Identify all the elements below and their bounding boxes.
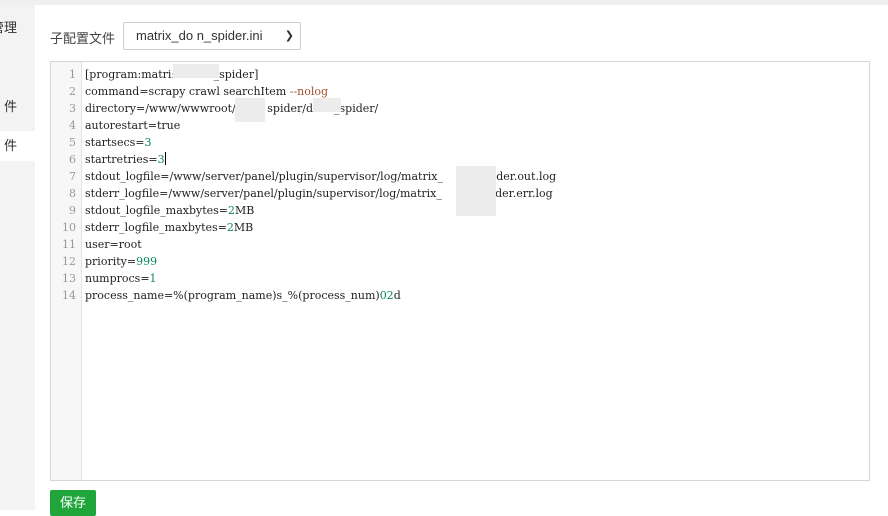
save-button[interactable]: 保存 bbox=[50, 490, 96, 516]
line-number: 14 bbox=[62, 289, 76, 302]
code-text: [program:matri: _spider] bbox=[85, 68, 259, 81]
sidebar: 管理 件 件 bbox=[0, 5, 35, 510]
code-text: stdout_logfile_maxbytes=2MB bbox=[85, 204, 255, 217]
code-text: stderr_logfile_maxbytes=2MB bbox=[85, 221, 254, 234]
line-number: 7 bbox=[69, 170, 76, 183]
subconfig-file-value: matrix_do n_spider.ini bbox=[136, 28, 263, 43]
code-editor[interactable]: 1 [program:matri: _spider] 2 command=scrapy… bbox=[50, 61, 870, 481]
line-number: 6 bbox=[69, 153, 76, 166]
line-number: 4 bbox=[69, 119, 76, 132]
code-text: startsecs=3 bbox=[85, 136, 152, 149]
line-number: 5 bbox=[69, 136, 76, 149]
code-text: autorestart=true bbox=[85, 119, 181, 132]
code-text: command=scrapy crawl searchItem --nolog bbox=[85, 85, 329, 98]
code-text: priority=999 bbox=[85, 255, 158, 268]
line-number: 13 bbox=[62, 272, 76, 285]
line-number: 9 bbox=[69, 204, 76, 217]
redaction-mask bbox=[173, 64, 219, 78]
redaction-mask bbox=[313, 98, 341, 112]
subconfig-file-select[interactable]: matrix_do n_spider.ini ❯ bbox=[123, 22, 301, 50]
sidebar-item-subconfig[interactable]: 件 bbox=[0, 131, 35, 161]
code-text: numprocs=1 bbox=[85, 272, 157, 285]
line-number: 10 bbox=[62, 221, 76, 234]
sidebar-item-manage[interactable]: 管理 bbox=[0, 13, 35, 43]
line-number: 3 bbox=[69, 102, 76, 115]
subconfig-label: 子配置文件 bbox=[50, 31, 116, 46]
text-caret bbox=[164, 152, 166, 165]
sidebar-item-file[interactable]: 件 bbox=[0, 92, 35, 122]
redaction-mask bbox=[235, 98, 265, 122]
line-number: 12 bbox=[62, 255, 76, 268]
code-text: process_name=%(program_name)s_%(process_… bbox=[85, 289, 401, 302]
sidebar-item-label: 件 bbox=[3, 99, 17, 114]
line-number: 1 bbox=[69, 68, 76, 81]
line-number: 11 bbox=[62, 238, 76, 251]
redaction-mask bbox=[456, 166, 496, 216]
line-number: 8 bbox=[69, 187, 76, 200]
code-text: startretries=3 bbox=[85, 152, 166, 166]
chevron-down-icon: ❯ bbox=[284, 30, 294, 42]
sidebar-item-label: 件 bbox=[3, 138, 17, 153]
top-bar bbox=[0, 0, 888, 5]
code-text: user=root bbox=[85, 238, 142, 251]
sidebar-item-label: 管理 bbox=[0, 20, 17, 35]
line-number: 2 bbox=[69, 85, 76, 98]
